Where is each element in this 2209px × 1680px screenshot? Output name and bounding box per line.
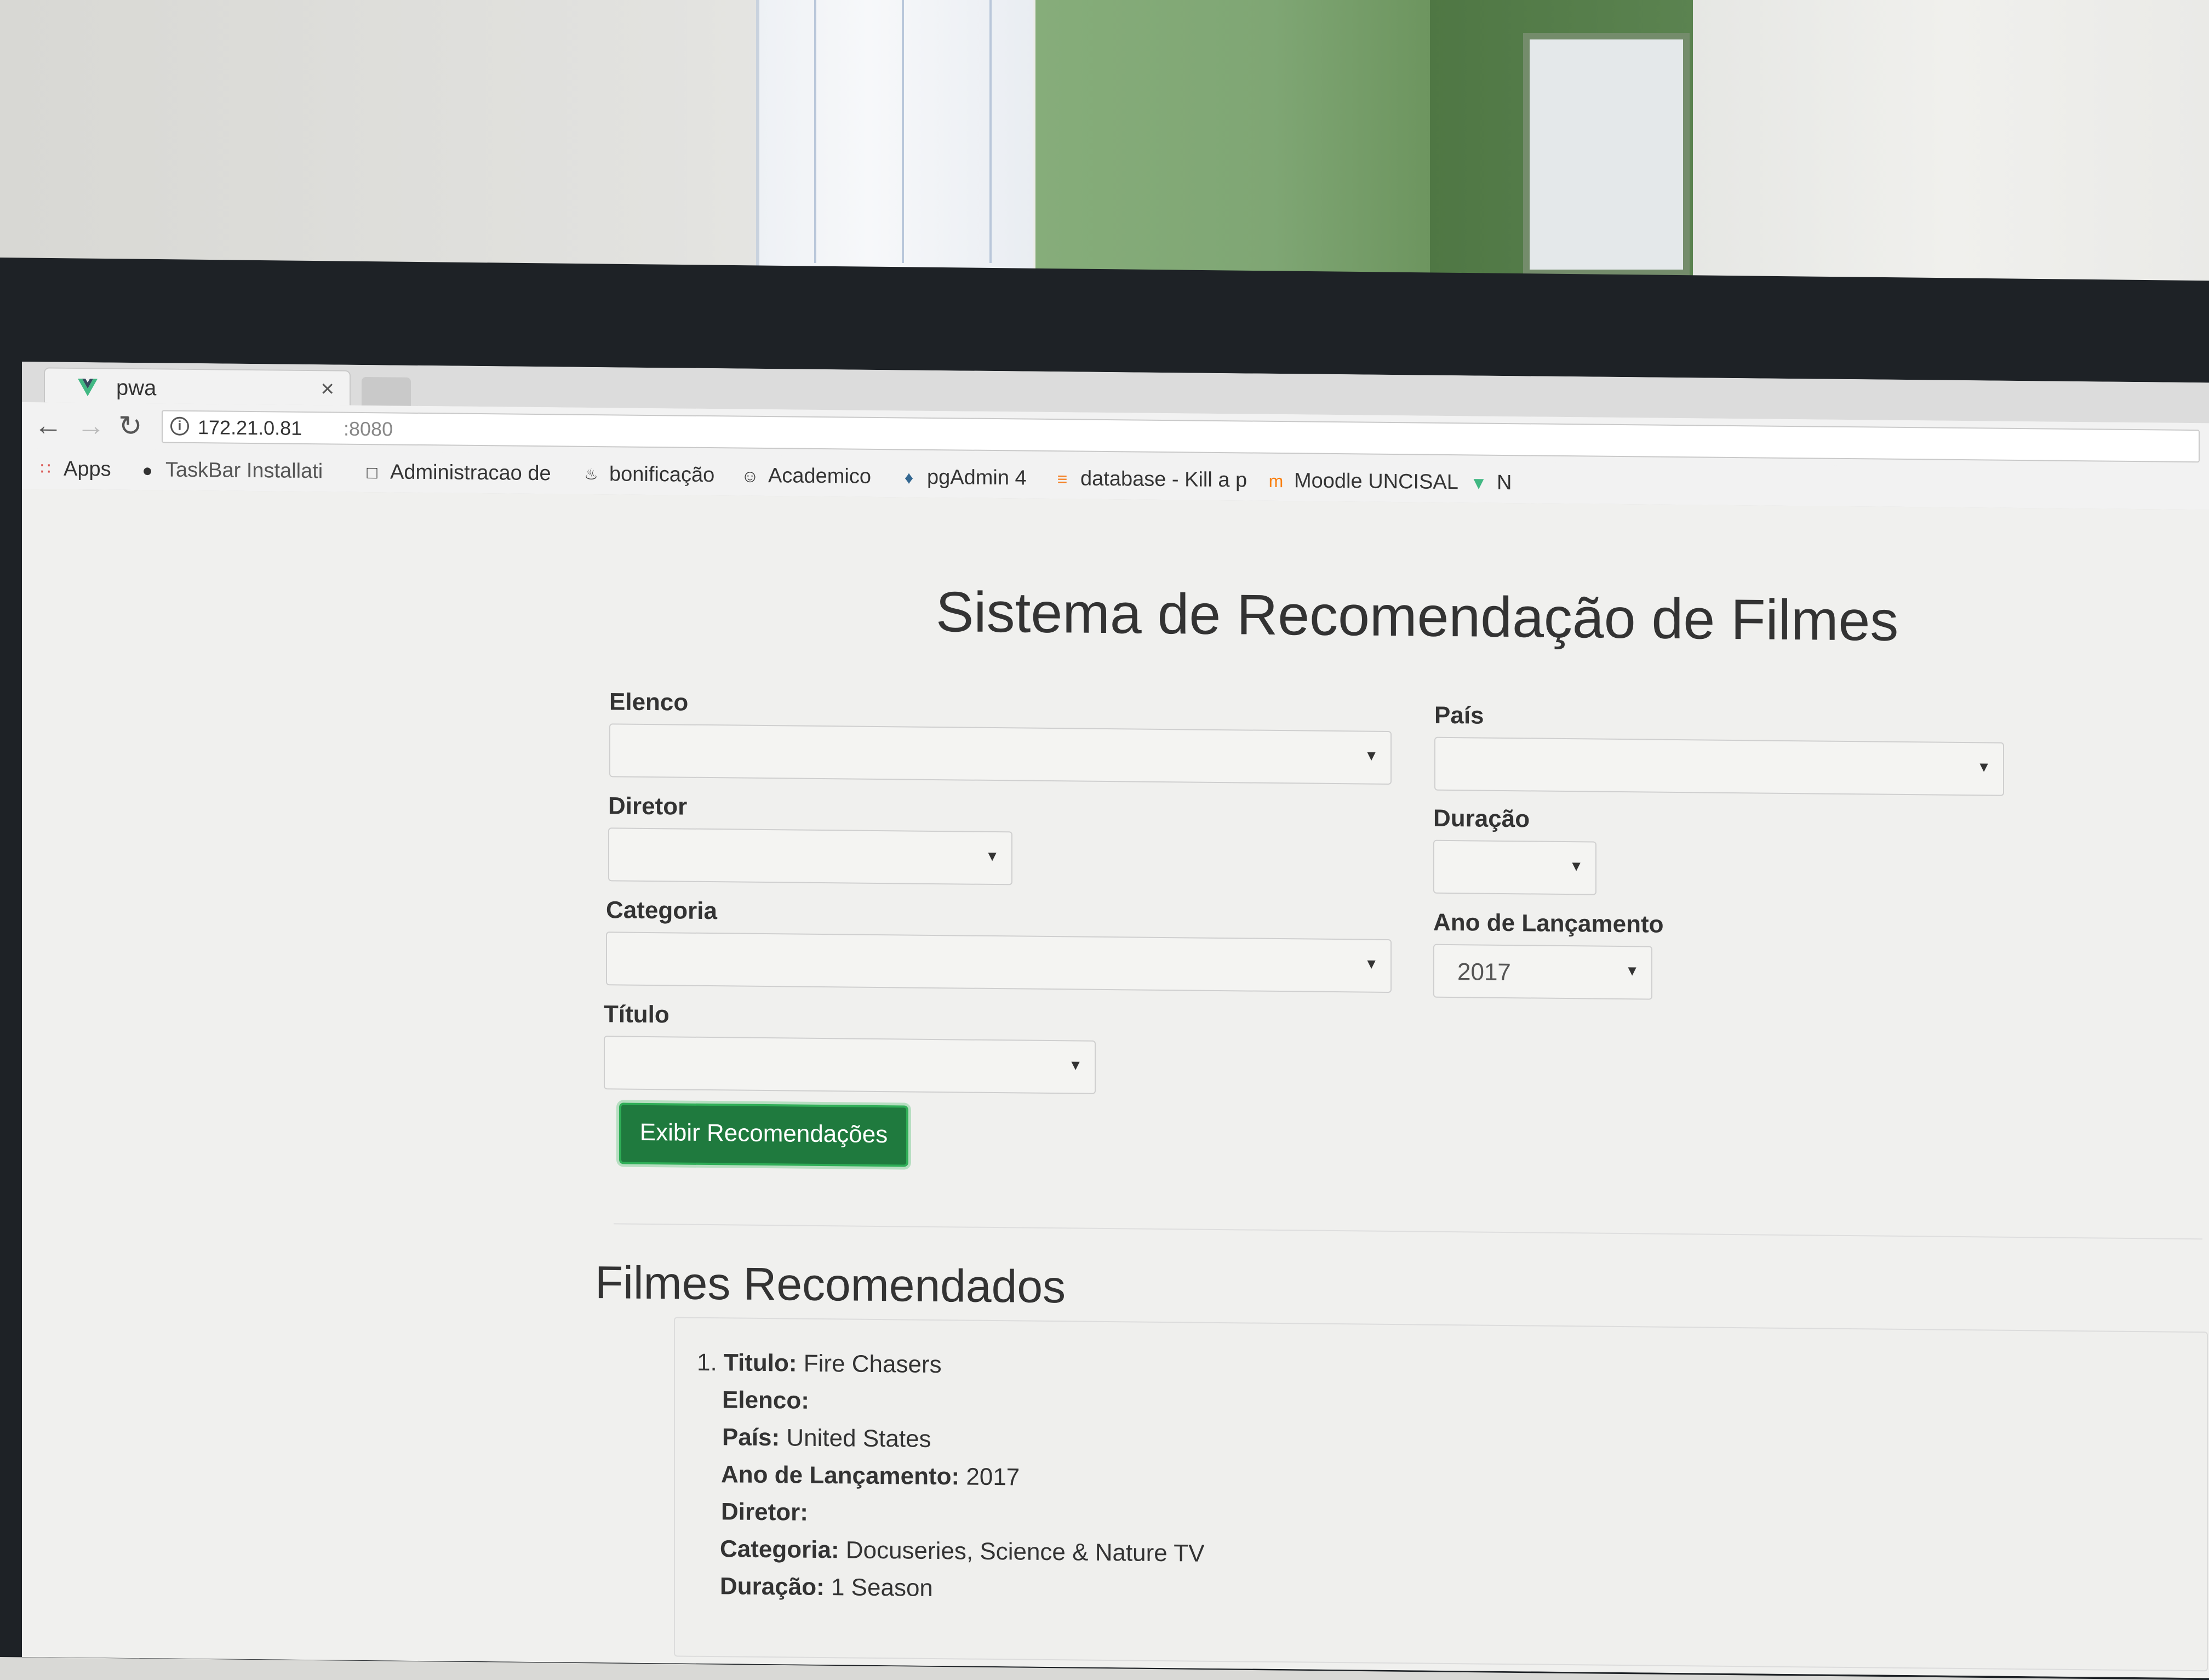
reload-icon[interactable]: ↻ [118, 410, 142, 443]
chevron-down-icon: ▼ [1068, 1056, 1083, 1073]
page-content: Sistema de Recomendação de Filmes Elenco… [22, 489, 2209, 1678]
room-door-sign [1523, 33, 1690, 276]
elenco-label: Elenco [609, 688, 689, 716]
bookmark-moodle[interactable]: m Moodle UNCISAL [1266, 469, 1458, 494]
categoria-label: Categoria [606, 896, 717, 925]
room-whiteboard [756, 0, 1033, 285]
ano-select[interactable]: 2017 ▼ [1433, 944, 1652, 1000]
categoria-select[interactable]: ▼ [606, 932, 1392, 993]
chevron-down-icon: ▼ [1625, 962, 1639, 979]
chevron-down-icon: ▼ [1364, 955, 1378, 972]
titulo-label: Título [604, 1001, 669, 1028]
exibir-recomendacoes-button[interactable]: Exibir Recomendações [619, 1102, 908, 1167]
result-pais-line: País: United States [722, 1424, 931, 1453]
apps-grid-icon: ∷ [40, 459, 51, 478]
result-titulo-value: Fire Chasers [803, 1350, 942, 1379]
info-icon[interactable]: i [170, 416, 189, 436]
result-ano-value: 2017 [966, 1463, 1020, 1491]
ano-label: Ano de Lançamento [1433, 908, 1664, 938]
chevron-down-icon: ▼ [1977, 758, 1991, 775]
duracao-label: Duração [1433, 804, 1530, 833]
tab-title: pwa [116, 375, 157, 401]
results-title: Filmes Recomendados [595, 1256, 1066, 1313]
page-title: Sistema de Recomendação de Filmes [936, 580, 1899, 653]
browser-tab[interactable]: pwa × [44, 367, 351, 405]
url-port: :8080 [344, 417, 393, 441]
result-diretor-label: Diretor: [721, 1498, 808, 1526]
result-index: 1. [697, 1348, 717, 1376]
result-elenco-label: Elenco: [722, 1386, 809, 1414]
titulo-select[interactable]: ▼ [604, 1036, 1096, 1094]
result-categoria-line: Categoria: Docuseries, Science & Nature … [720, 1535, 1204, 1567]
result-duracao-label: Duração: [720, 1573, 825, 1601]
bookmark-academico[interactable]: ☺ Academico [740, 464, 871, 489]
result-pais-label: País: [722, 1424, 780, 1452]
vue-icon: ▼ [1470, 472, 1487, 493]
divider [614, 1223, 2202, 1240]
vue-favicon-icon [78, 378, 98, 397]
tab-close-icon[interactable]: × [321, 375, 334, 402]
pais-label: País [1434, 701, 1484, 729]
result-ano-line: Ano de Lançamento: 2017 [721, 1461, 1020, 1491]
java-icon: ♨ [584, 465, 598, 483]
result-duracao-line: Duração: 1 Season [720, 1573, 933, 1602]
back-arrow-icon[interactable]: ← [34, 409, 62, 442]
new-tab-button[interactable] [362, 376, 411, 406]
results-panel: 1. Titulo: Fire Chasers Elenco: País: Un… [674, 1317, 2208, 1672]
user-icon: ☺ [741, 466, 759, 486]
elenco-select[interactable]: ▼ [609, 723, 1392, 785]
diretor-label: Diretor [608, 792, 688, 820]
bookmark-taskbar[interactable]: ● TaskBar Installati [137, 458, 323, 483]
chevron-down-icon: ▼ [1569, 858, 1583, 875]
bookmark-administracao[interactable]: □ Administracao de [362, 460, 551, 485]
result-titulo-label: Titulo: [723, 1349, 797, 1377]
result-ano-label: Ano de Lançamento: [721, 1461, 960, 1490]
github-icon: ● [142, 460, 153, 480]
room-green-wall [1035, 0, 1430, 307]
bookmark-label: Academico [768, 464, 871, 488]
diretor-select[interactable]: ▼ [608, 827, 1012, 885]
url-host: 172.21.0.81 [198, 416, 302, 439]
bookmark-label: Moodle UNCISAL [1294, 469, 1458, 494]
result-pais-value: United States [786, 1424, 931, 1453]
stackoverflow-icon: ≡ [1057, 468, 1068, 489]
result-titulo-line: 1. Titulo: Fire Chasers [697, 1349, 942, 1379]
bookmark-label: Administracao de [390, 460, 551, 485]
result-duracao-value: 1 Season [831, 1574, 933, 1602]
bookmark-label: Apps [64, 457, 111, 481]
bookmark-label: TaskBar Installati [165, 458, 323, 483]
bookmark-n[interactable]: ▼ N [1468, 471, 1512, 495]
pais-select[interactable]: ▼ [1434, 736, 2004, 796]
bookmark-label: bonificação [609, 462, 715, 487]
pgadmin-icon: ♦ [904, 467, 914, 488]
bookmark-database[interactable]: ≡ database - Kill a p [1052, 467, 1247, 492]
duracao-select[interactable]: ▼ [1433, 839, 1596, 895]
ano-value: 2017 [1457, 958, 1511, 986]
chevron-down-icon: ▼ [1364, 747, 1378, 764]
monitor-screen: pwa × ← → ↻ i 172.21.0.81 :8080 ∷ Apps ●… [22, 362, 2209, 1678]
result-diretor-line: Diretor: [721, 1498, 808, 1527]
bookmark-label: database - Kill a p [1080, 467, 1247, 492]
result-categoria-value: Docuseries, Science & Nature TV [845, 1536, 1205, 1567]
bookmark-label: pgAdmin 4 [927, 465, 1027, 490]
bookmark-apps[interactable]: ∷ Apps [35, 457, 111, 481]
bookmark-pgadmin[interactable]: ♦ pgAdmin 4 [899, 465, 1027, 490]
moodle-icon: m [1268, 471, 1284, 491]
forward-arrow-icon[interactable]: → [77, 409, 105, 442]
page-icon: □ [367, 462, 377, 482]
bookmark-bonificacao[interactable]: ♨ bonificação [581, 462, 714, 487]
result-categoria-label: Categoria: [720, 1535, 839, 1564]
bookmark-label: N [1497, 471, 1512, 495]
result-elenco-line: Elenco: [722, 1386, 809, 1415]
chevron-down-icon: ▼ [985, 847, 999, 865]
